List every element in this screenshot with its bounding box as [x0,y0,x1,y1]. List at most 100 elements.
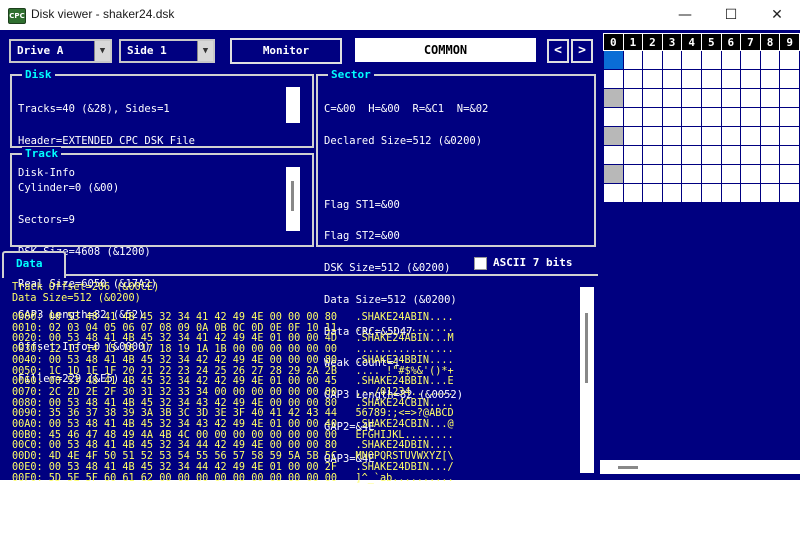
sector-cell[interactable] [759,50,781,70]
sector-cell[interactable] [622,88,644,108]
sector-cell[interactable] [700,126,722,146]
sector-cell[interactable] [779,164,800,184]
sector-cell[interactable] [622,145,644,165]
sector-cell[interactable] [642,107,663,127]
sector-cell[interactable] [642,88,663,108]
hex-dump[interactable]: 0000: 00 53 48 41 4B 45 32 34 41 42 49 4… [12,312,454,484]
sector-cell[interactable] [740,69,761,89]
sector-cell[interactable] [700,164,722,184]
sector-cell[interactable] [681,183,702,203]
sector-cell[interactable] [603,50,624,70]
sector-cell[interactable] [720,183,742,203]
chevron-down-icon[interactable]: ▼ [197,41,213,61]
sector-cell[interactable] [720,164,742,184]
track-scrollbar[interactable] [286,167,300,231]
track-scroll-thumb[interactable] [291,181,294,211]
sector-cell[interactable] [622,50,644,70]
sector-cell[interactable] [603,164,624,184]
sector-cell[interactable] [622,69,644,89]
sector-cell[interactable] [720,69,742,89]
sector-cell[interactable] [759,183,781,203]
drive-select[interactable]: Drive A ▼ [9,39,112,63]
maximize-button[interactable]: ☐ [708,0,754,30]
sector-cell[interactable] [720,50,742,70]
sector-cell[interactable] [759,126,781,146]
sector-cell[interactable] [642,126,663,146]
sector-cell[interactable] [661,145,683,165]
sector-cell[interactable] [681,107,702,127]
sector-cell[interactable] [759,88,781,108]
sector-cell[interactable] [740,50,761,70]
sector-cell[interactable] [622,183,644,203]
sector-cell[interactable] [642,164,663,184]
sector-cell[interactable] [603,183,624,203]
next-button[interactable]: > [571,39,593,63]
sector-cell[interactable] [603,126,624,146]
ascii-7bits-label[interactable]: ASCII 7 bits [493,256,572,269]
sector-cell[interactable] [759,107,781,127]
sector-cell[interactable] [603,69,624,89]
disk-scrollbar[interactable] [286,87,300,123]
sector-map-scroll-thumb[interactable] [618,466,638,469]
sector-cell[interactable] [642,69,663,89]
monitor-button[interactable]: Monitor [230,38,342,64]
sector-cell[interactable] [740,88,761,108]
sector-cell[interactable] [740,183,761,203]
sector-cell[interactable] [622,126,644,146]
sector-cell[interactable] [661,50,683,70]
hex-dump-scrollbar[interactable] [580,287,594,473]
sector-cell[interactable] [720,107,742,127]
sector-cell[interactable] [661,183,683,203]
sector-cell[interactable] [779,145,800,165]
sector-cell[interactable] [681,145,702,165]
sector-cell[interactable] [779,88,800,108]
sector-cell[interactable] [681,164,702,184]
sector-cell[interactable] [720,88,742,108]
sector-cell[interactable] [661,107,683,127]
sector-cell[interactable] [681,126,702,146]
sector-cell[interactable] [661,164,683,184]
sector-cell[interactable] [700,145,722,165]
sector-cell[interactable] [661,88,683,108]
ascii-7bits-checkbox[interactable] [474,257,487,270]
sector-cell[interactable] [779,107,800,127]
close-button[interactable]: ✕ [754,0,800,30]
sector-cell[interactable] [759,69,781,89]
sector-cell[interactable] [720,126,742,146]
sector-cell[interactable] [642,145,663,165]
hex-dump-scroll-thumb[interactable] [585,313,588,383]
prev-button[interactable]: < [547,39,569,63]
side-select[interactable]: Side 1 ▼ [119,39,215,63]
sector-cell[interactable] [700,183,722,203]
sector-cell[interactable] [779,183,800,203]
sector-cell[interactable] [661,126,683,146]
sector-cell[interactable] [740,164,761,184]
sector-cell[interactable] [700,50,722,70]
sector-cell[interactable] [700,107,722,127]
sector-cell[interactable] [779,50,800,70]
tab-data[interactable]: Data [2,251,66,278]
sector-cell[interactable] [759,164,781,184]
minimize-button[interactable]: — [662,0,708,30]
sector-cell[interactable] [622,107,644,127]
sector-cell[interactable] [622,164,644,184]
sector-cell[interactable] [603,107,624,127]
sector-map-scrollbar[interactable] [600,460,800,474]
sector-cell[interactable] [603,88,624,108]
chevron-down-icon[interactable]: ▼ [94,41,110,61]
sector-cell[interactable] [740,126,761,146]
sector-cell[interactable] [740,107,761,127]
sector-cell[interactable] [720,145,742,165]
sector-cell[interactable] [642,50,663,70]
sector-cell[interactable] [740,145,761,165]
sector-cell[interactable] [779,126,800,146]
sector-cell[interactable] [759,145,781,165]
sector-cell[interactable] [642,183,663,203]
sector-cell[interactable] [700,88,722,108]
sector-cell[interactable] [681,50,702,70]
sector-cell[interactable] [661,69,683,89]
sector-cell[interactable] [779,69,800,89]
sector-cell[interactable] [681,88,702,108]
sector-cell[interactable] [700,69,722,89]
sector-cell[interactable] [603,145,624,165]
